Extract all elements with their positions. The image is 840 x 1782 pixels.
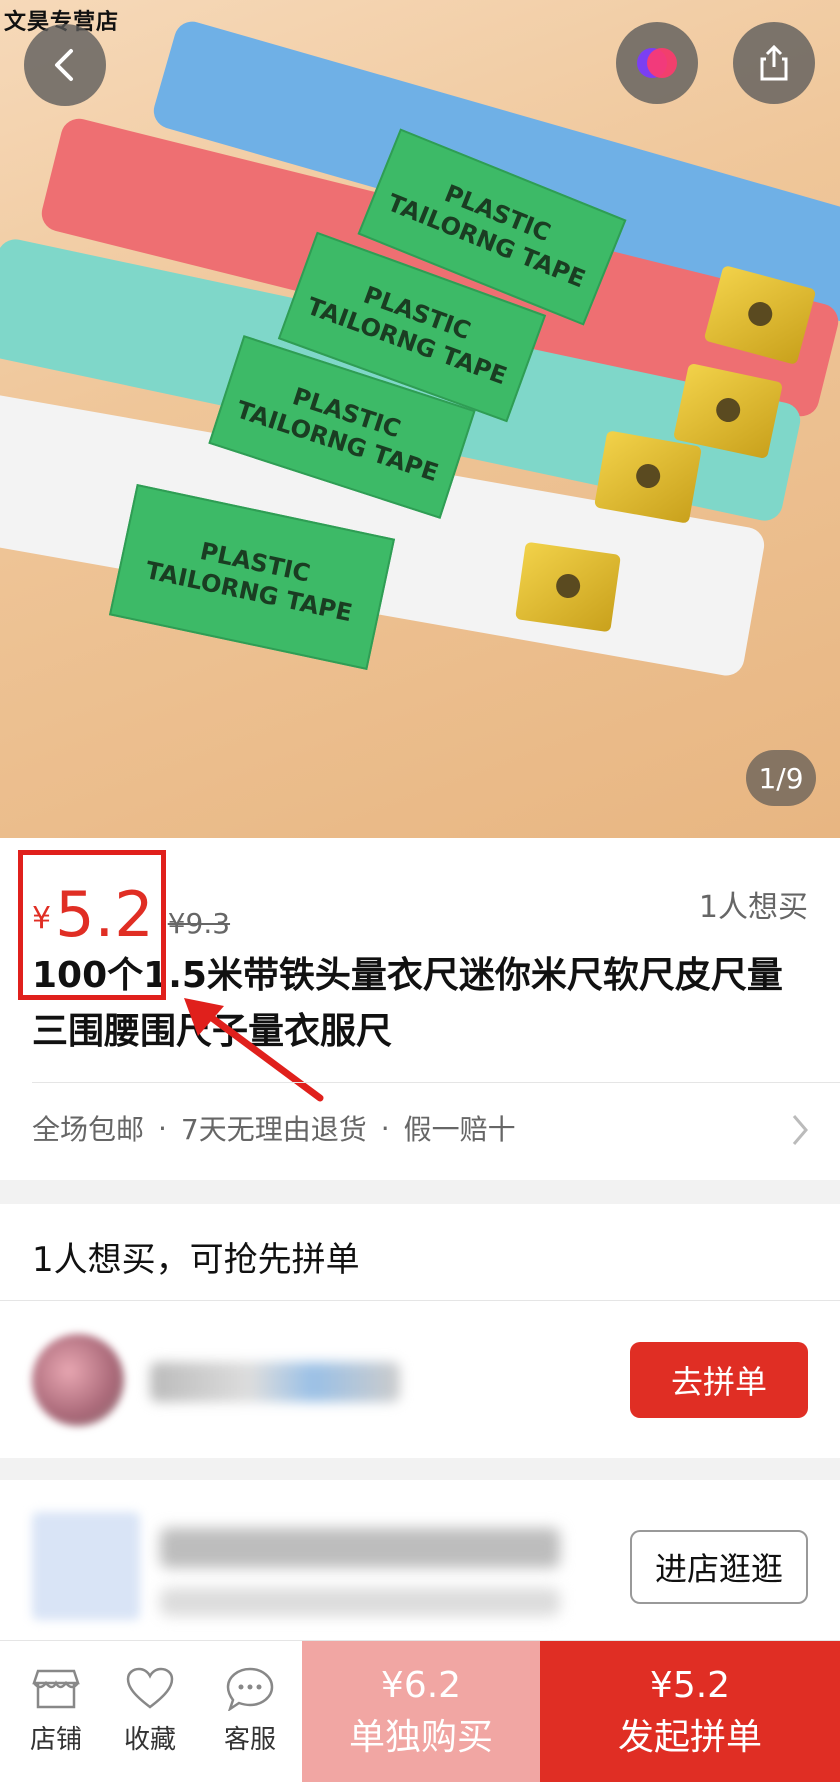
tab-favorite[interactable]: 收藏: [102, 1641, 198, 1782]
product-image-carousel[interactable]: PLASTIC TAILORNG TAPE PLASTIC TAILORNG TAP…: [0, 0, 840, 838]
divider: [0, 1300, 840, 1301]
bottom-action-bar: 店铺 收藏 客服 ¥6.2 单独购买 ¥5.2 发起拼单: [0, 1640, 840, 1782]
image-page-indicator: 1/9: [746, 750, 816, 806]
group-buy-title: 1人想买，可抢先拼单: [32, 1240, 360, 1280]
divider: [32, 1082, 840, 1083]
chevron-left-icon: [55, 49, 73, 81]
single-price: ¥6.2: [380, 1664, 462, 1706]
single-buy-label: 单独购买: [348, 1716, 493, 1758]
buy-single-button[interactable]: ¥6.2 单独购买: [302, 1641, 540, 1782]
join-group-button[interactable]: 去拼单: [630, 1342, 808, 1418]
blurred-store-name: [160, 1528, 560, 1568]
store-icon: [32, 1669, 80, 1709]
blurred-store-stats: [160, 1588, 560, 1616]
tab-service-label: 客服: [223, 1725, 276, 1755]
chat-bubble-icon: [226, 1667, 274, 1711]
metal-tip: [593, 430, 703, 524]
service-guarantees[interactable]: 全场包邮 · 7天无理由退货 · 假一赔十: [32, 1108, 516, 1148]
service-return-7days: 7天无理由退货: [180, 1113, 367, 1146]
back-button[interactable]: [24, 24, 106, 106]
tab-shop[interactable]: 店铺: [8, 1641, 104, 1782]
start-group-buy-button[interactable]: ¥5.2 发起拼单: [540, 1641, 840, 1782]
heart-icon: [126, 1667, 174, 1709]
want-count: 1人想买: [698, 890, 808, 925]
metal-tip: [515, 541, 621, 633]
tab-shop-label: 店铺: [29, 1725, 82, 1755]
annotation-arrow: [184, 998, 324, 1102]
app-logo-button[interactable]: [616, 22, 698, 104]
tab-customer-service[interactable]: 客服: [202, 1641, 298, 1782]
group-buy-label: 发起拼单: [617, 1716, 762, 1758]
service-fake-compensation: 假一赔十: [403, 1113, 516, 1146]
visit-store-button[interactable]: 进店逛逛: [630, 1530, 808, 1604]
share-icon: [760, 44, 788, 81]
avatar: [32, 1334, 124, 1426]
price-highlight-box: [18, 850, 166, 1000]
chevron-right-icon[interactable]: [788, 1110, 812, 1150]
app-logo-icon: [637, 48, 677, 78]
store-logo: [32, 1512, 140, 1620]
original-price: ¥9.3: [167, 907, 231, 940]
service-separator: ·: [158, 1111, 167, 1145]
blurred-username: [150, 1362, 400, 1402]
group-buy-section: 1人想买，可抢先拼单 去拼单: [0, 1204, 840, 1458]
service-free-shipping: 全场包邮: [32, 1113, 145, 1146]
share-button[interactable]: [733, 22, 815, 104]
store-section: 进店逛逛: [0, 1480, 840, 1640]
tab-favorite-label: 收藏: [123, 1725, 176, 1755]
service-separator: ·: [380, 1111, 390, 1145]
product-info: ¥ 5.2 ¥9.3 1人想买 100个1.5米带铁头量衣尺迷你米尺软尺皮尺量三…: [0, 838, 840, 1180]
group-buy-price: ¥5.2: [649, 1664, 731, 1706]
